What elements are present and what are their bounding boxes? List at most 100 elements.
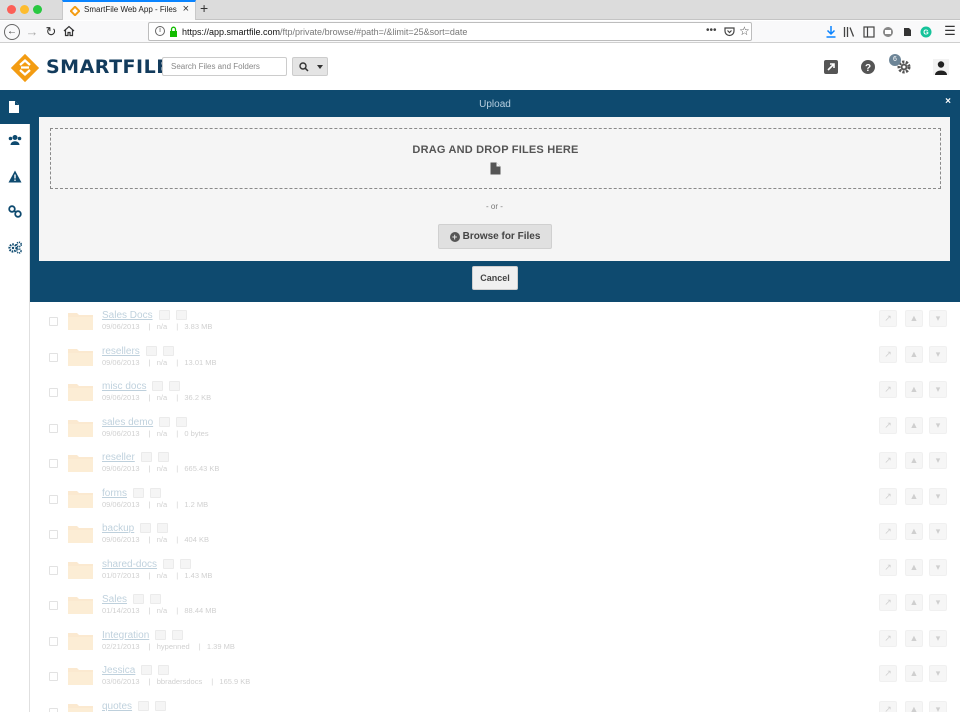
edit-icon[interactable] xyxy=(162,345,174,356)
table-row[interactable]: backup 09/06/2013 | n/a | 404 KB ↗ ▲ ▾ xyxy=(31,515,960,551)
site-info-icon[interactable]: i xyxy=(155,26,165,36)
download-icon[interactable] xyxy=(133,594,145,605)
edit-icon[interactable] xyxy=(176,416,188,427)
pocket-icon[interactable] xyxy=(724,26,735,37)
edit-icon[interactable] xyxy=(157,452,169,463)
edit-icon[interactable] xyxy=(169,381,181,392)
edit-icon[interactable] xyxy=(180,558,192,569)
share-icon[interactable]: ↗ xyxy=(879,594,897,611)
download-icon[interactable] xyxy=(155,629,167,640)
share-icon[interactable]: ↗ xyxy=(879,452,897,469)
row-menu-caret-icon[interactable]: ▾ xyxy=(929,665,947,682)
row-checkbox[interactable] xyxy=(49,530,58,539)
table-row[interactable]: Sales Docs 09/06/2013 | n/a | 3.83 MB ↗ ▲ ▾ xyxy=(31,302,960,338)
table-row[interactable]: forms 09/06/2013 | n/a | 1.2 MB ↗ ▲ ▾ xyxy=(31,480,960,516)
share-icon[interactable]: ↗ xyxy=(879,629,897,647)
download-icon[interactable] xyxy=(138,700,150,711)
window-close-button[interactable] xyxy=(7,5,16,14)
download-icon[interactable] xyxy=(158,310,170,321)
share-icon[interactable]: ↗ xyxy=(879,381,897,398)
notification-badge[interactable]: 6 xyxy=(889,54,901,66)
row-menu-caret-icon[interactable]: ▾ xyxy=(929,487,947,505)
share-icon[interactable]: ↗ xyxy=(879,700,897,712)
row-checkbox[interactable] xyxy=(49,494,58,504)
warning-icon[interactable]: ▲ xyxy=(905,594,923,611)
table-row[interactable]: quotes| | ↗▲▾ xyxy=(31,693,960,712)
file-name-link[interactable]: backup xyxy=(102,523,169,534)
sidebar-toggle-icon[interactable] xyxy=(863,26,875,38)
download-icon[interactable] xyxy=(152,381,164,392)
reload-icon[interactable]: ↻ xyxy=(43,24,59,40)
download-icon[interactable] xyxy=(825,25,837,38)
file-name-link[interactable]: misc docs xyxy=(102,381,181,392)
row-menu-caret-icon[interactable]: ▾ xyxy=(929,700,947,712)
row-checkbox[interactable] xyxy=(49,459,58,468)
share-icon[interactable]: ↗ xyxy=(879,310,897,327)
bookmark-star-icon[interactable]: ☆ xyxy=(739,24,750,38)
edit-icon[interactable] xyxy=(175,310,187,321)
sidebar-item-files[interactable] xyxy=(0,90,30,124)
warning-icon[interactable]: ▲ xyxy=(905,345,923,363)
warning-icon[interactable]: ▲ xyxy=(905,700,923,712)
table-row[interactable]: resellers 09/06/2013 | n/a | 13.01 MB ↗ ▲ ▾ xyxy=(31,338,960,374)
row-checkbox[interactable] xyxy=(49,565,58,575)
evernote-icon[interactable] xyxy=(901,26,913,38)
external-share-icon[interactable] xyxy=(823,59,839,75)
edit-icon[interactable] xyxy=(150,594,162,605)
row-checkbox[interactable] xyxy=(49,636,58,646)
window-zoom-button[interactable] xyxy=(33,5,42,14)
file-name-link[interactable]: resellers xyxy=(102,346,174,357)
warning-icon[interactable]: ▲ xyxy=(905,381,923,398)
table-row[interactable]: Integration 02/21/2013 | hypenned | 1.39 MB… xyxy=(31,622,960,658)
file-name-link[interactable]: Sales Docs xyxy=(102,310,187,321)
logo-text[interactable]: SMARTFILE xyxy=(46,56,170,78)
library-icon[interactable] xyxy=(843,26,856,38)
warning-icon[interactable]: ▲ xyxy=(905,452,923,469)
row-menu-caret-icon[interactable]: ▾ xyxy=(929,345,947,363)
table-row[interactable]: shared-docs 01/07/2013 | n/a | 1.43 MB ↗ ▲ ▾ xyxy=(31,551,960,587)
download-icon[interactable] xyxy=(140,523,152,534)
table-row[interactable]: sales demo 09/06/2013 | n/a | 0 bytes ↗ ▲ ▾ xyxy=(31,409,960,445)
edit-icon[interactable] xyxy=(155,700,167,711)
row-menu-caret-icon[interactable]: ▾ xyxy=(929,416,947,434)
file-name-link[interactable]: shared-docs xyxy=(102,558,192,570)
warning-icon[interactable]: ▲ xyxy=(905,629,923,647)
row-menu-caret-icon[interactable]: ▾ xyxy=(929,381,947,398)
row-checkbox[interactable] xyxy=(49,601,58,610)
help-icon[interactable]: ? xyxy=(860,59,876,75)
edit-icon[interactable] xyxy=(158,665,170,676)
table-row[interactable]: misc docs 09/06/2013 | n/a | 36.2 KB ↗ ▲ ▾ xyxy=(31,373,960,409)
row-menu-caret-icon[interactable]: ▾ xyxy=(929,452,947,469)
share-icon[interactable]: ↗ xyxy=(879,665,897,682)
home-icon[interactable] xyxy=(63,25,75,37)
window-minimize-button[interactable] xyxy=(20,5,29,14)
user-avatar[interactable] xyxy=(933,59,949,75)
file-name-link[interactable]: Jessica xyxy=(102,665,170,676)
page-actions-icon[interactable]: ••• xyxy=(706,25,717,36)
back-icon[interactable]: ← xyxy=(4,24,20,40)
upload-close-icon[interactable]: × xyxy=(945,96,951,107)
browser-tab-active[interactable]: SmartFile Web App - Files × xyxy=(62,0,196,20)
sidebar-item-settings[interactable] xyxy=(0,231,30,265)
row-menu-caret-icon[interactable]: ▾ xyxy=(929,523,947,540)
extension-icon[interactable] xyxy=(882,26,894,38)
row-checkbox[interactable] xyxy=(49,707,58,712)
row-checkbox[interactable] xyxy=(49,672,58,681)
share-icon[interactable]: ↗ xyxy=(879,416,897,434)
cancel-button[interactable]: Cancel xyxy=(472,266,518,290)
share-icon[interactable]: ↗ xyxy=(879,523,897,540)
browse-files-button[interactable]: + Browse for Files xyxy=(438,224,552,249)
sidebar-item-links[interactable] xyxy=(0,195,30,229)
share-icon[interactable]: ↗ xyxy=(879,345,897,363)
file-name-link[interactable]: reseller xyxy=(102,452,169,463)
download-icon[interactable] xyxy=(145,345,157,356)
edit-icon[interactable] xyxy=(172,629,184,640)
search-button[interactable] xyxy=(292,57,328,76)
row-menu-caret-icon[interactable]: ▾ xyxy=(929,629,947,647)
download-icon[interactable] xyxy=(140,452,152,463)
table-row[interactable]: Sales 01/14/2013 | n/a | 88.44 MB ↗ ▲ ▾ xyxy=(31,586,960,622)
edit-icon[interactable] xyxy=(150,487,161,498)
download-icon[interactable] xyxy=(163,558,175,569)
file-name-link[interactable]: sales demo xyxy=(102,416,188,428)
smartfile-logo-icon[interactable] xyxy=(10,53,40,83)
